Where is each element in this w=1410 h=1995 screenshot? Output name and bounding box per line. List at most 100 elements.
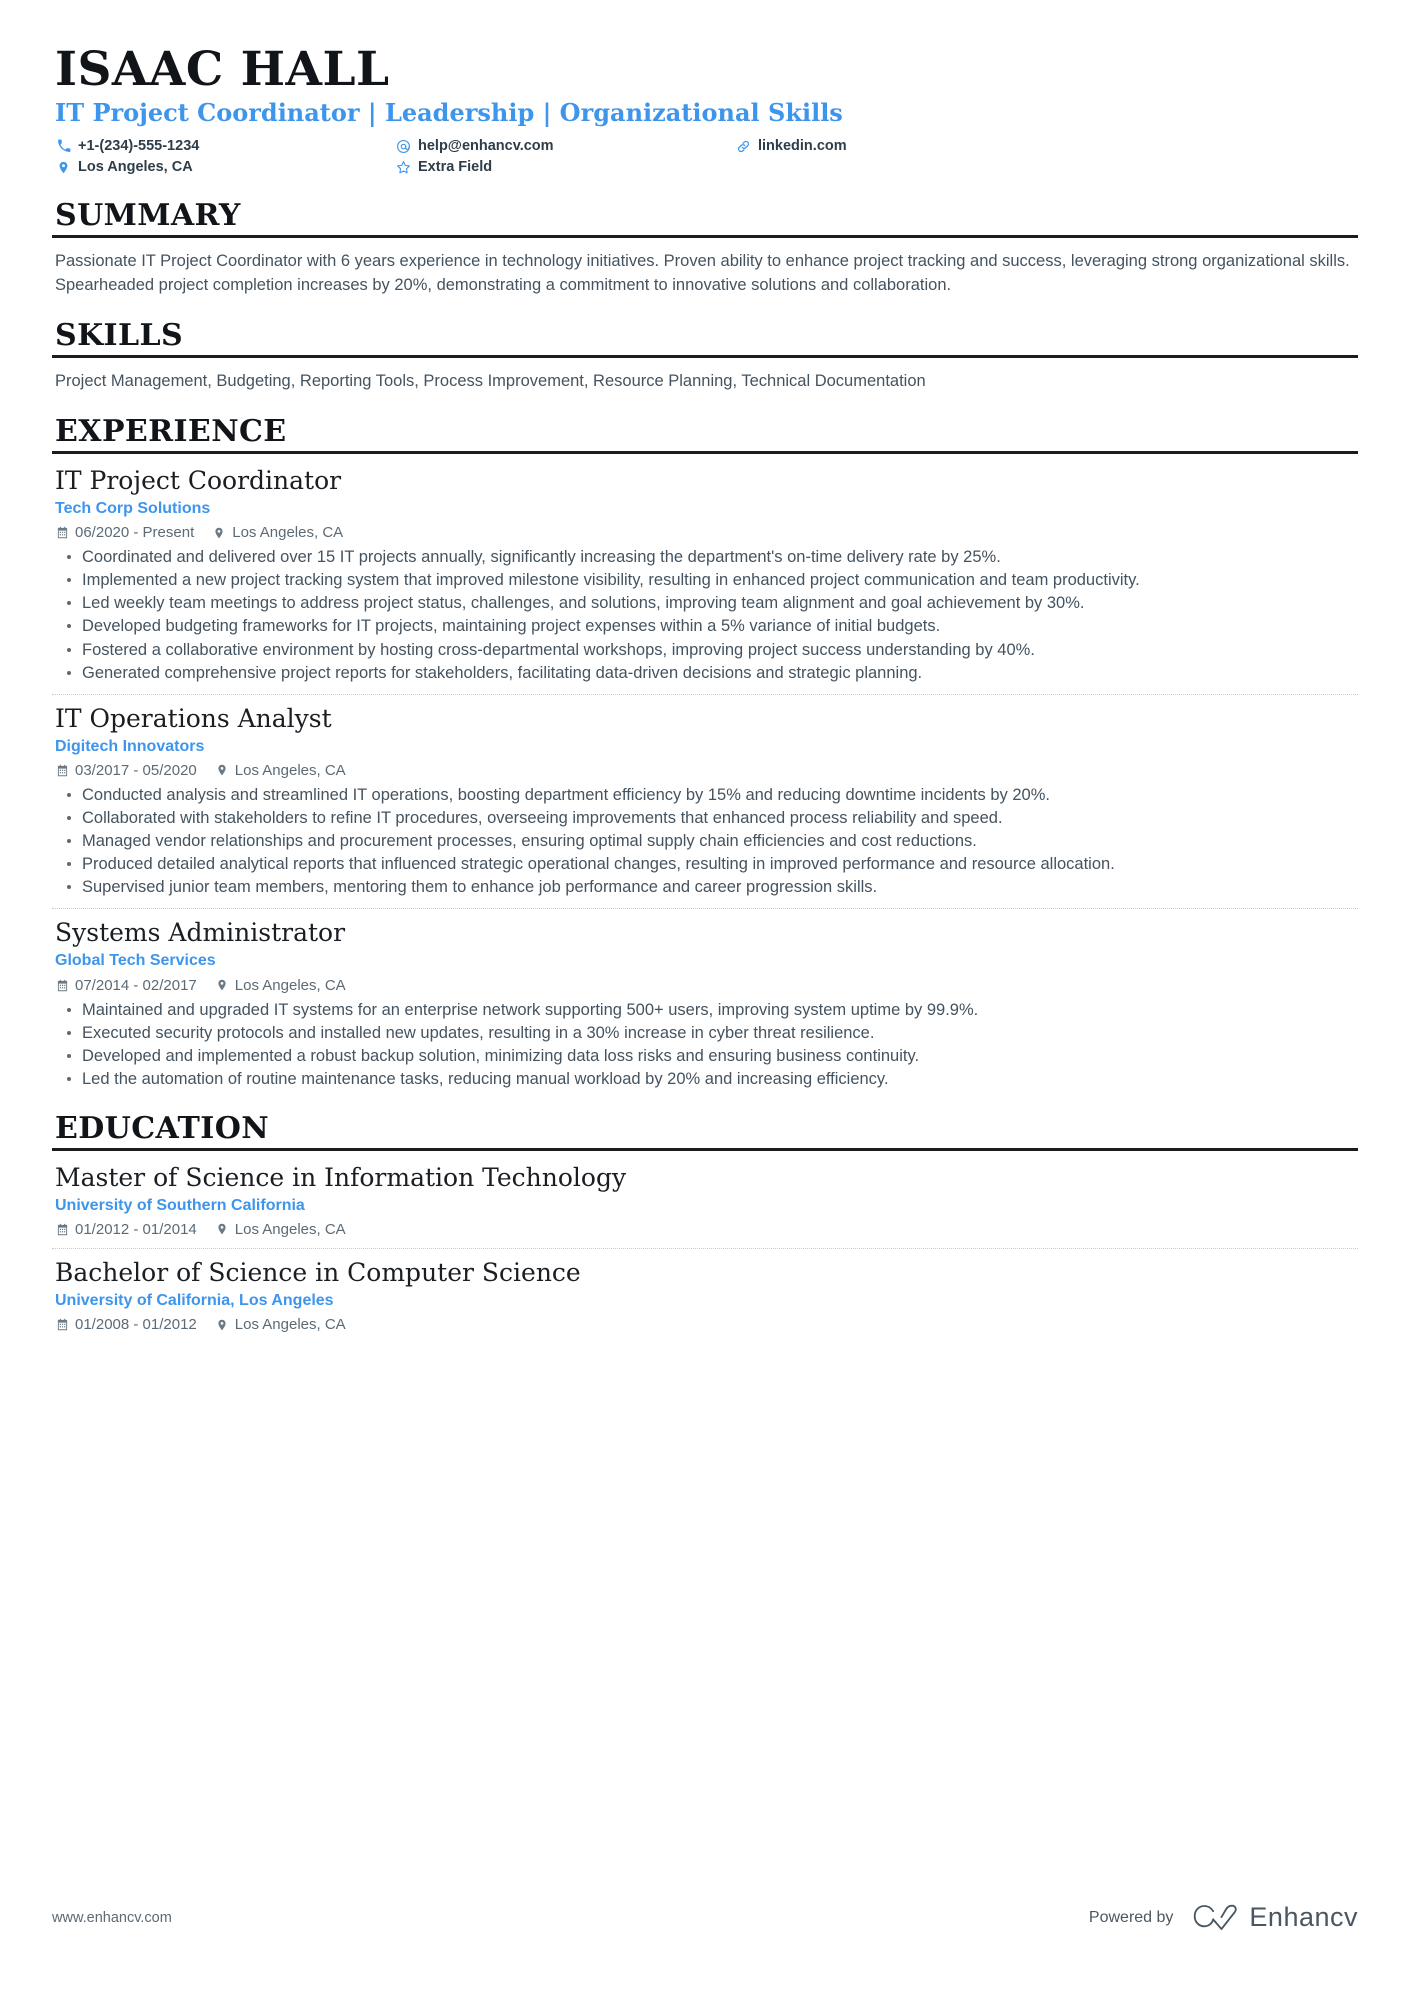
summary-rule [52, 234, 1358, 238]
experience-bullet: Executed security protocols and installe… [60, 1022, 1358, 1044]
contact-details: +1-(234)-555-1234 help@enhancv.com linke… [55, 137, 1358, 178]
footer-url[interactable]: www.enhancv.com [52, 1910, 172, 1926]
skills-text: Project Management, Budgeting, Reporting… [55, 371, 926, 390]
location-pin-icon [215, 1318, 229, 1332]
experience-bullets: Conducted analysis and streamlined IT op… [52, 784, 1358, 899]
entry-dates: 03/2017 - 05/2020 [55, 762, 197, 779]
entry-location-label: Los Angeles, CA [234, 1220, 346, 1238]
entry-location: Los Angeles, CA [212, 524, 343, 541]
calendar-icon [55, 978, 69, 992]
education-school[interactable]: University of Southern California [55, 1196, 1358, 1215]
entry-meta: 06/2020 - Present Los Angeles, CA [55, 524, 1358, 541]
calendar-icon [55, 1318, 69, 1332]
location-pin-icon [215, 1222, 229, 1236]
entry-separator [52, 693, 1358, 695]
experience-bullet: Conducted analysis and streamlined IT op… [60, 784, 1358, 806]
calendar-icon [55, 1222, 69, 1236]
experience-bullet: Maintained and upgraded IT systems for a… [60, 999, 1358, 1021]
page-footer: www.enhancv.com Powered by Enhancv [52, 1902, 1358, 1933]
entry-dates: 01/2012 - 01/2014 [55, 1221, 197, 1238]
experience-bullet: Coordinated and delivered over 15 IT pro… [60, 546, 1358, 568]
experience-bullet: Implemented a new project tracking syste… [60, 569, 1358, 591]
experience-bullet: Managed vendor relationships and procure… [60, 830, 1358, 852]
entry-meta: 01/2008 - 01/2012 Los Angeles, CA [55, 1316, 1358, 1333]
entry-dates: 01/2008 - 01/2012 [55, 1316, 197, 1333]
section-summary: SUMMARY Passionate IT Project Coordinato… [52, 199, 1358, 297]
contact-email[interactable]: help@enhancv.com [395, 137, 735, 156]
entry-location-label: Los Angeles, CA [232, 524, 344, 542]
contact-row-1: +1-(234)-555-1234 help@enhancv.com linke… [55, 137, 1358, 156]
entry-location: Los Angeles, CA [215, 977, 346, 994]
entry-dates-label: 01/2012 - 01/2014 [75, 1220, 197, 1238]
experience-role: IT Project Coordinator [55, 465, 342, 495]
experience-bullet: Produced detailed analytical reports tha… [60, 853, 1358, 875]
experience-role: Systems Administrator [55, 918, 346, 948]
location-icon [55, 160, 72, 175]
candidate-name: ISAAC HALL [55, 42, 390, 97]
location-pin-icon [212, 526, 226, 540]
section-skills: SKILLS Project Management, Budgeting, Re… [52, 319, 1358, 393]
contact-link-label: linkedin.com [758, 137, 847, 154]
entry-dates-label: 03/2017 - 05/2020 [75, 761, 197, 779]
entry-meta: 07/2014 - 02/2017 Los Angeles, CA [55, 977, 1358, 994]
contact-email-label: help@enhancv.com [418, 137, 554, 154]
entry-separator [52, 1247, 1358, 1249]
contact-link[interactable]: linkedin.com [735, 137, 1035, 156]
section-education: EDUCATION Master of Science in Informati… [52, 1112, 1358, 1333]
summary-title: SUMMARY [55, 198, 241, 234]
resume-header: ISAAC HALL IT Project Coordinator | Lead… [52, 42, 1358, 178]
calendar-icon [55, 526, 69, 540]
entry-location-label: Los Angeles, CA [234, 761, 346, 779]
star-icon [395, 160, 412, 175]
contact-phone[interactable]: +1-(234)-555-1234 [55, 137, 395, 156]
entry-meta: 03/2017 - 05/2020 Los Angeles, CA [55, 762, 1358, 779]
experience-company[interactable]: Global Tech Services [55, 951, 1358, 970]
phone-icon [55, 139, 72, 154]
contact-location-label: Los Angeles, CA [78, 159, 193, 176]
education-degree: Master of Science in Information Technol… [55, 1162, 627, 1192]
experience-bullets: Coordinated and delivered over 15 IT pro… [52, 546, 1358, 684]
education-rule [52, 1147, 1358, 1151]
contact-row-2: Los Angeles, CA Extra Field [55, 158, 1358, 177]
entry-dates-label: 06/2020 - Present [75, 524, 195, 542]
entry-meta: 01/2012 - 01/2014 Los Angeles, CA [55, 1221, 1358, 1238]
enhancv-brand-name: Enhancv [1249, 1902, 1358, 1932]
entry-dates-label: 07/2014 - 02/2017 [75, 976, 197, 994]
experience-bullet: Developed and implemented a robust backu… [60, 1045, 1358, 1067]
contact-extra-field[interactable]: Extra Field [395, 158, 735, 177]
experience-entry: IT Project Coordinator Tech Corp Solution… [52, 466, 1358, 684]
email-icon [395, 139, 412, 154]
experience-bullet: Fostered a collaborative environment by … [60, 639, 1358, 661]
summary-text: Passionate IT Project Coordinator with 6… [55, 251, 1350, 294]
entry-dates: 06/2020 - Present [55, 524, 194, 541]
education-degree: Bachelor of Science in Computer Science [55, 1257, 581, 1287]
experience-company[interactable]: Digitech Innovators [55, 737, 1358, 756]
experience-entry: Systems Administrator Global Tech Service… [52, 918, 1358, 1090]
location-pin-icon [215, 978, 229, 992]
skills-title: SKILLS [55, 318, 184, 354]
skills-rule [52, 354, 1358, 358]
experience-company[interactable]: Tech Corp Solutions [55, 499, 1358, 518]
education-school[interactable]: University of California, Los Angeles [55, 1291, 1358, 1310]
experience-entry: IT Operations Analyst Digitech Innovators… [52, 704, 1358, 899]
experience-bullet: Supervised junior team members, mentorin… [60, 876, 1358, 898]
candidate-headline: IT Project Coordinator | Leadership | Or… [55, 97, 843, 127]
contact-location[interactable]: Los Angeles, CA [55, 158, 395, 177]
resume-page: ISAAC HALL IT Project Coordinator | Lead… [0, 0, 1410, 1995]
experience-bullet: Led weekly team meetings to address proj… [60, 592, 1358, 614]
contact-extra-field-label: Extra Field [418, 159, 493, 176]
section-experience: EXPERIENCE IT Project Coordinator Tech Co… [52, 415, 1358, 1090]
experience-role: IT Operations Analyst [55, 703, 332, 733]
calendar-icon [55, 763, 69, 777]
location-pin-icon [215, 763, 229, 777]
education-list: Master of Science in Information Technol… [52, 1163, 1358, 1333]
powered-by-label: Powered by [1088, 1908, 1174, 1926]
entry-location-label: Los Angeles, CA [234, 1316, 346, 1334]
experience-bullet: Generated comprehensive project reports … [60, 662, 1358, 684]
entry-location: Los Angeles, CA [215, 1221, 346, 1238]
entry-location-label: Los Angeles, CA [234, 976, 346, 994]
experience-list: IT Project Coordinator Tech Corp Solution… [52, 466, 1358, 1090]
experience-bullets: Maintained and upgraded IT systems for a… [52, 999, 1358, 1090]
contact-phone-label: +1-(234)-555-1234 [78, 137, 200, 154]
entry-location: Los Angeles, CA [215, 1316, 346, 1333]
